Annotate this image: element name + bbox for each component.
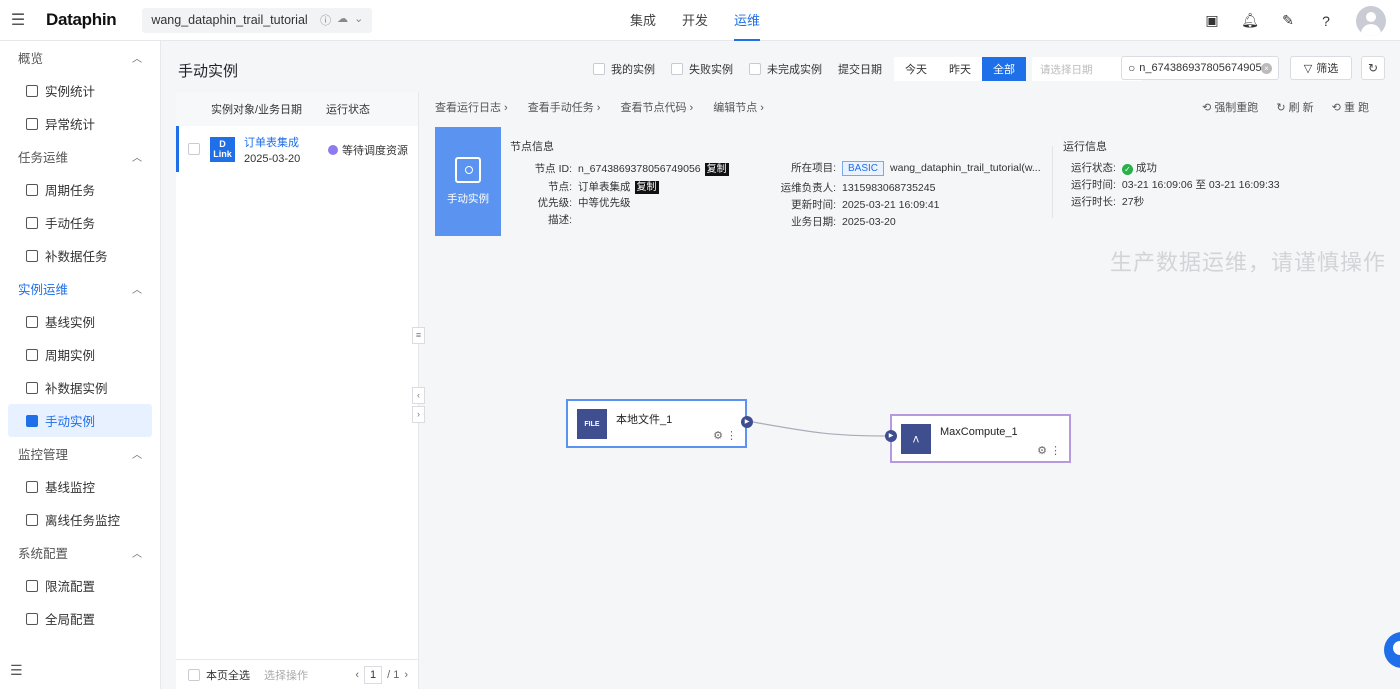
input-port-icon[interactable]: ▶: [885, 430, 897, 442]
output-port-icon[interactable]: ▶: [741, 416, 753, 428]
file-icon: FILE: [577, 409, 607, 439]
dag-node-local-file[interactable]: FILE 本地文件_1 ⚙ ⋮: [566, 399, 747, 448]
node-label: MaxCompute_1: [940, 426, 1018, 438]
dag-edge: [752, 421, 887, 437]
gear-icon[interactable]: ⚙: [713, 430, 723, 442]
gear-icon[interactable]: ⚙: [1037, 445, 1047, 457]
node-label: 本地文件_1: [616, 414, 673, 426]
more-icon[interactable]: ⋮: [726, 430, 737, 442]
more-icon[interactable]: ⋮: [1050, 445, 1061, 457]
maxcompute-icon: ⋀: [901, 424, 931, 454]
dag-node-maxcompute[interactable]: ⋀ MaxCompute_1 ⚙ ⋮: [890, 414, 1071, 463]
